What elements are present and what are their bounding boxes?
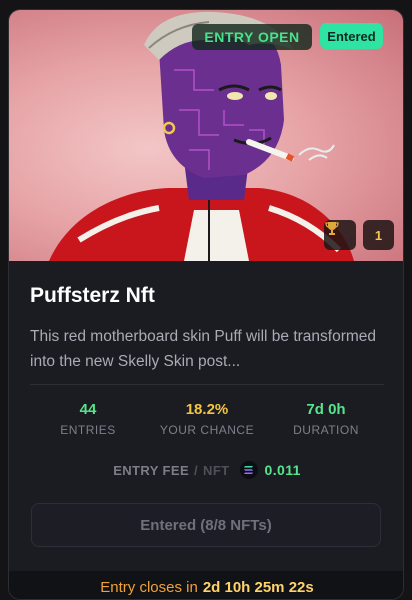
- entry-fee: ENTRY FEE / NFT 0.011: [9, 461, 403, 479]
- entered-button[interactable]: Entered (8/8 NFTs): [31, 503, 381, 547]
- stat-value: 7d 0h: [306, 401, 346, 418]
- entry-fee-unit: NFT: [203, 462, 230, 478]
- entered-badge: Entered: [320, 23, 383, 49]
- card-title: Puffsterz Nft: [30, 284, 155, 307]
- stat-label: DURATION: [293, 423, 359, 437]
- fee-separator: /: [194, 462, 199, 478]
- stat-your-chance: 18.2% YOUR CHANCE: [147, 401, 267, 437]
- stat-label: ENTRIES: [60, 423, 116, 437]
- trophy-icon: [324, 220, 356, 250]
- stat-label: YOUR CHANCE: [159, 423, 255, 437]
- entry-fee-label: ENTRY FEE: [113, 462, 190, 478]
- entry-fee-amount: 0.011: [264, 462, 301, 478]
- countdown-label: Entry closes in: [100, 578, 198, 596]
- stat-duration: 7d 0h DURATION: [266, 401, 386, 437]
- card-description: This red motherboard skin Puff will be t…: [30, 328, 377, 370]
- divider: [30, 384, 384, 385]
- countdown-time: 2d 10h 25m 22s: [202, 578, 314, 596]
- status-badge: ENTRY OPEN: [192, 24, 312, 50]
- entry-countdown: Entry closes in 2d 10h 25m 22s: [9, 571, 403, 599]
- stat-entries: 44 ENTRIES: [28, 401, 148, 437]
- solana-icon: [239, 461, 258, 479]
- stat-value: 18.2%: [185, 401, 229, 418]
- raffle-card[interactable]: ENTRY OPEN Entered 1 Puffsterz Nft This …: [8, 9, 404, 600]
- nft-image[interactable]: ENTRY OPEN Entered 1: [9, 10, 403, 261]
- winners-count-badge: 1: [363, 220, 394, 250]
- stat-value: 44: [79, 401, 97, 418]
